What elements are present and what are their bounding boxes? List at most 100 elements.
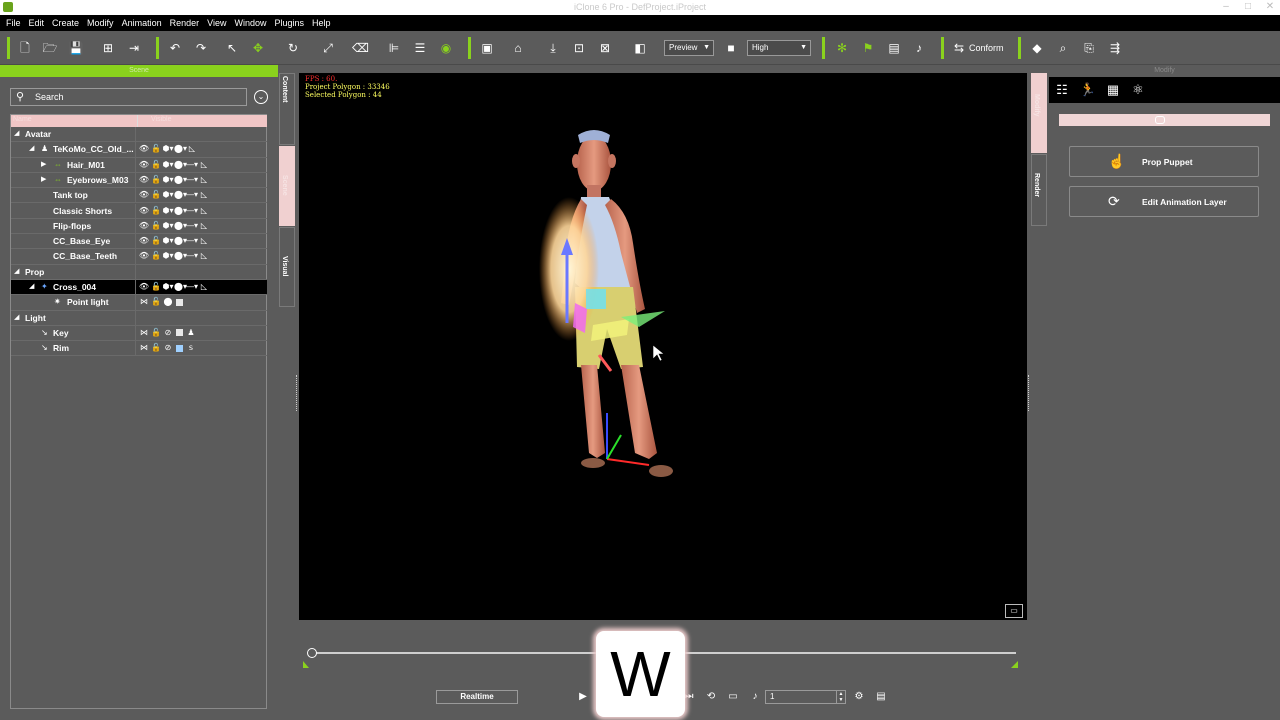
render-mode-icon[interactable]: ◧ xyxy=(632,40,648,56)
menu-modify[interactable]: Modify xyxy=(85,18,120,28)
eye-icon[interactable]: 👁 xyxy=(138,190,150,199)
close-icon[interactable]: ✕ xyxy=(1263,2,1277,12)
quality-dropdown[interactable]: High ▼ xyxy=(747,40,811,56)
line-icon[interactable]: —▾ xyxy=(186,251,198,260)
scene-search-box[interactable]: ⚲ xyxy=(10,88,247,106)
page-icon[interactable]: ◺ xyxy=(198,160,210,169)
menu-plugins[interactable]: Plugins xyxy=(273,18,311,28)
light-toggle-icon[interactable]: ⋈ xyxy=(138,328,150,337)
color-swatch[interactable] xyxy=(176,329,183,337)
menu-edit[interactable]: Edit xyxy=(27,18,51,28)
render-icon[interactable]: ⬢▾ xyxy=(162,251,174,260)
page-icon[interactable]: ◺ xyxy=(198,190,210,199)
section-toggle-icon[interactable] xyxy=(1155,116,1165,124)
eye-icon[interactable]: 👁 xyxy=(138,144,150,153)
shadow-icon[interactable]: ⬤▾ xyxy=(174,190,187,199)
column-header-visible[interactable]: Visible xyxy=(151,116,172,123)
line-icon[interactable]: —▾ xyxy=(186,175,198,184)
scene-search-input[interactable] xyxy=(35,91,235,103)
render-icon[interactable]: ⬢▾ xyxy=(162,175,174,184)
tree-row-avatar[interactable]: ◢ Avatar xyxy=(11,127,267,143)
filter-chevron-icon[interactable]: ⌄ xyxy=(254,90,268,104)
lock-icon[interactable]: 🔓 xyxy=(150,328,162,337)
shadow-icon[interactable]: ⬤▾ xyxy=(174,236,187,245)
shadow-icon[interactable]: ⬤▾ xyxy=(174,251,187,260)
range-start-marker[interactable] xyxy=(303,661,309,668)
line-icon[interactable]: —▾ xyxy=(186,190,198,199)
tree-row-character[interactable]: ◢ ♟ TeKoMo_CC_Old_... 👁 🔓 ⬢▾⬤▾ ◺ xyxy=(11,142,267,158)
light-toggle-icon[interactable]: ⋈ xyxy=(138,297,150,306)
sliders-icon[interactable]: ☷ xyxy=(1053,82,1071,98)
visibility-eye-icon[interactable]: ◉ xyxy=(438,40,454,56)
puppet-icon[interactable]: ✻ xyxy=(834,40,850,56)
collapse-arrow-icon[interactable]: ◢ xyxy=(14,267,19,275)
no-shadow-icon[interactable]: ⊘ xyxy=(162,328,174,337)
motion-icon[interactable]: ♪ xyxy=(911,40,927,56)
line-icon[interactable]: —▾ xyxy=(186,282,198,291)
video-camera-icon[interactable]: ■ xyxy=(723,40,739,56)
menu-window[interactable]: Window xyxy=(232,18,272,28)
lock-icon[interactable]: 🔓 xyxy=(150,160,162,169)
render-icon[interactable]: ⬢▾ xyxy=(162,144,174,153)
eraser-icon[interactable]: ⌫ xyxy=(352,40,369,56)
rotate-icon[interactable]: ↻ xyxy=(285,40,301,56)
tree-row-rim[interactable]: ↘ Rim ⋈ 🔓 ⊘ ꜱ xyxy=(11,341,267,357)
redo-icon[interactable]: ↷ xyxy=(193,40,209,56)
eye-icon[interactable]: 👁 xyxy=(138,236,150,245)
tree-row-eye[interactable]: CC_Base_Eye 👁 🔓 ⬢▾⬤▾—▾ ◺ xyxy=(11,234,267,250)
person-icon[interactable]: ♟ xyxy=(185,328,197,337)
timeline-icon[interactable]: ▤ xyxy=(886,40,902,56)
lock-icon[interactable]: 🔓 xyxy=(150,206,162,215)
collapse-arrow-icon[interactable]: ◢ xyxy=(14,129,19,137)
render-icon[interactable]: ⬢▾ xyxy=(162,282,174,291)
collapse-arrow-icon[interactable]: ◢ xyxy=(29,144,34,152)
maximize-icon[interactable]: □ xyxy=(1241,2,1255,12)
frame-spinner[interactable]: ▲ ▼ xyxy=(836,690,846,704)
physics-atom-icon[interactable]: ⚛ xyxy=(1129,82,1147,98)
tab-scene[interactable]: Scene xyxy=(279,146,295,226)
eye-icon[interactable]: 👁 xyxy=(138,282,150,291)
page-icon[interactable]: ◺ xyxy=(186,144,198,153)
lock-icon[interactable]: 🔓 xyxy=(150,297,162,306)
color-swatch[interactable] xyxy=(176,344,183,352)
realtime-dropdown[interactable]: Realtime xyxy=(436,690,518,704)
shadow-icon[interactable]: ⬤▾ xyxy=(174,175,187,184)
line-icon[interactable]: —▾ xyxy=(186,160,198,169)
tree-row-pointlight[interactable]: ✷ Point light ⋈ 🔓 ⬤ xyxy=(11,295,267,311)
page-icon[interactable]: ◺ xyxy=(198,206,210,215)
lock-icon[interactable]: 🔓 xyxy=(150,236,162,245)
lock-icon[interactable]: 🔓 xyxy=(150,251,162,260)
modify-section-bar[interactable] xyxy=(1059,114,1270,126)
timeline-slider-handle[interactable] xyxy=(307,648,317,658)
light-toggle-icon[interactable]: ⋈ xyxy=(138,343,150,352)
column-header-name[interactable]: Name xyxy=(13,116,32,123)
music-note-icon[interactable]: ♪ xyxy=(748,690,762,704)
material-grid-icon[interactable]: ▦ xyxy=(1104,82,1122,98)
distribute-icon[interactable]: ☰ xyxy=(412,40,428,56)
eye-icon[interactable]: 👁 xyxy=(138,221,150,230)
animation-runner-icon[interactable]: 🏃 xyxy=(1079,82,1097,98)
tree-row-tanktop[interactable]: Tank top 👁 🔓 ⬢▾⬤▾—▾ ◺ xyxy=(11,188,267,204)
export-icon[interactable]: ⊞ xyxy=(100,40,116,56)
dot-icon[interactable]: ⬤ xyxy=(162,297,174,306)
search-zoom-icon[interactable]: ⌕ xyxy=(1055,40,1071,56)
color-swatch[interactable] xyxy=(176,298,183,306)
layout-icon[interactable]: ▣ xyxy=(479,40,495,56)
edit-animation-layer-button[interactable]: ⟳ Edit Animation Layer xyxy=(1069,186,1259,217)
lock-icon[interactable]: 🔓 xyxy=(150,282,162,291)
shadow-icon[interactable]: ⬤▾ xyxy=(174,144,187,153)
loop-icon[interactable]: ⟲ xyxy=(704,690,718,704)
conform-button[interactable]: Conform xyxy=(969,40,1004,56)
tree-row-prop[interactable]: ◢ Prop xyxy=(11,264,267,280)
page-icon[interactable]: ◺ xyxy=(198,282,210,291)
lock-icon[interactable]: 🔓 xyxy=(150,144,162,153)
menu-file[interactable]: File xyxy=(4,18,27,28)
eye-icon[interactable]: 👁 xyxy=(138,206,150,215)
lock-icon[interactable]: 🔓 xyxy=(150,190,162,199)
render-icon[interactable]: ⬢▾ xyxy=(162,221,174,230)
line-icon[interactable]: —▾ xyxy=(186,206,198,215)
page-icon[interactable]: ◺ xyxy=(198,175,210,184)
tree-row-teeth[interactable]: CC_Base_Teeth 👁 🔓 ⬢▾⬤▾—▾ ◺ xyxy=(11,249,267,265)
tree-row-light[interactable]: ◢ Light xyxy=(11,310,267,326)
tree-row-eyebrows[interactable]: ▶ ⇔ Eyebrows_M03 👁 🔓 ⬢▾⬤▾—▾ ◺ xyxy=(11,172,267,189)
